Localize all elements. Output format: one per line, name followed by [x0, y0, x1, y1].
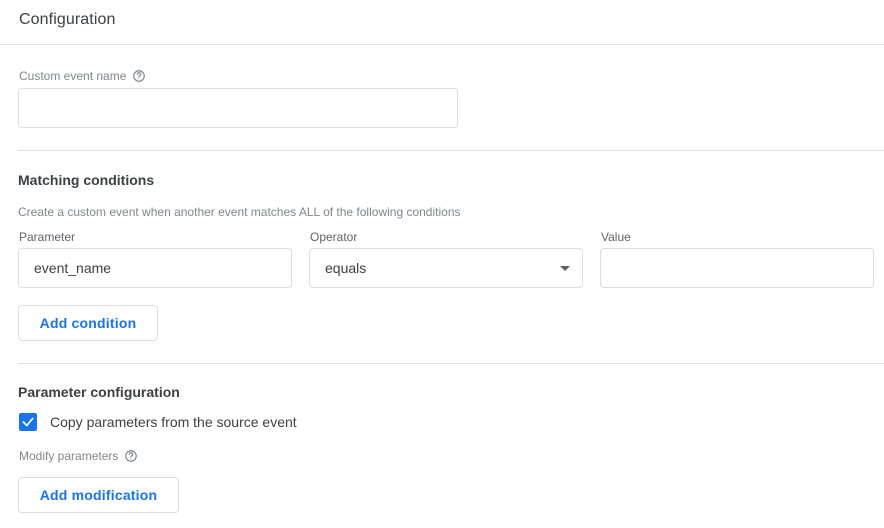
parameter-configuration-heading: Parameter configuration: [18, 384, 180, 400]
modify-parameters-label-text: Modify parameters: [19, 449, 119, 463]
operator-select-value: equals: [325, 260, 367, 276]
value-input[interactable]: [600, 248, 874, 288]
operator-label: Operator: [310, 230, 358, 244]
matching-conditions-heading: Matching conditions: [18, 172, 155, 188]
value-label: Value: [601, 230, 631, 244]
operator-select[interactable]: equals: [309, 248, 583, 288]
section-divider-conditions: [18, 150, 884, 151]
modify-parameters-label: Modify parameters: [19, 448, 138, 464]
header-divider: [0, 44, 884, 45]
matching-conditions-description: Create a custom event when another event…: [18, 205, 461, 219]
copy-parameters-checkbox[interactable]: [19, 413, 37, 431]
add-condition-button[interactable]: Add condition: [18, 305, 158, 341]
configuration-panel: Configuration Custom event name Matching…: [0, 0, 884, 528]
copy-parameters-label: Copy parameters from the source event: [50, 414, 297, 430]
page-title: Configuration: [19, 11, 116, 28]
parameter-input[interactable]: [18, 248, 292, 288]
custom-event-name-label-text: Custom event name: [19, 69, 127, 83]
custom-event-name-label: Custom event name: [19, 68, 146, 84]
copy-parameters-checkbox-row[interactable]: Copy parameters from the source event: [19, 412, 297, 432]
section-divider-parameters: [18, 363, 884, 364]
custom-event-name-input[interactable]: [18, 88, 458, 128]
help-circle-icon[interactable]: [132, 69, 146, 83]
add-modification-button[interactable]: Add modification: [18, 477, 179, 513]
check-icon: [22, 417, 34, 427]
parameter-label: Parameter: [19, 230, 76, 244]
chevron-down-icon: [560, 265, 570, 271]
help-circle-icon[interactable]: [124, 449, 138, 463]
